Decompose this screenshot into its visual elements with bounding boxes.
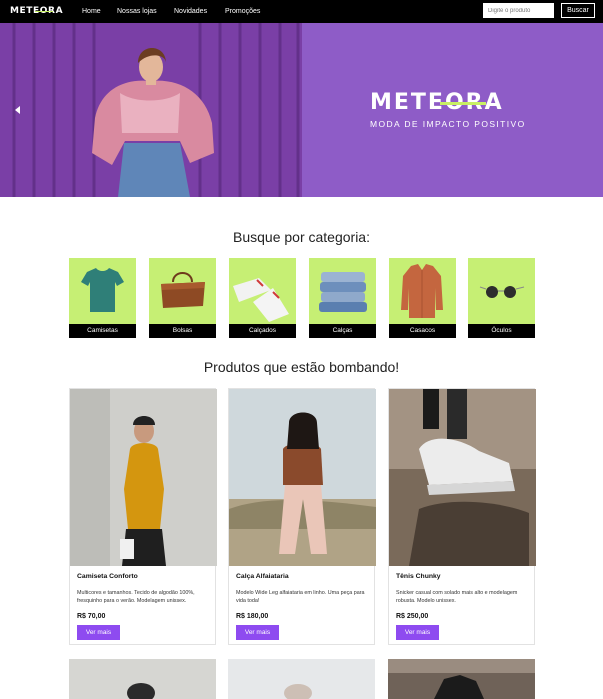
top-navbar: METEORA Home Nossas lojas Novidades Prom…	[0, 0, 603, 23]
product-price: R$ 250,00	[396, 613, 429, 620]
product-image	[389, 389, 536, 566]
jacket-icon	[401, 264, 443, 318]
product-image	[69, 659, 216, 699]
category-image-calcas	[309, 258, 376, 324]
product-card-camiseta-conforto: Camiseta Conforto Multicores e tamanhos.…	[69, 388, 217, 645]
product-card-tenis-chunky: Tênis Chunky Snicker casual com solado m…	[388, 388, 536, 645]
category-label: Calças	[309, 324, 376, 338]
nav-link-nossas-lojas[interactable]: Nossas lojas	[117, 0, 157, 23]
nav-link-novidades[interactable]: Novidades	[174, 0, 207, 23]
product-name: Camiseta Conforto	[77, 573, 138, 580]
product-price: R$ 180,00	[236, 613, 269, 620]
product-image	[388, 659, 535, 699]
category-label: Casacos	[389, 324, 456, 338]
product-card-row2-2	[228, 659, 375, 699]
hero-tagline: MODA DE IMPACTO POSITIVO	[370, 119, 526, 129]
product-card-row2-1	[69, 659, 216, 699]
product-card-row2-3	[388, 659, 535, 699]
logo-accent	[35, 11, 53, 13]
category-oculos[interactable]: Óculos	[468, 258, 535, 338]
category-label: Calçados	[229, 324, 296, 338]
chevron-left-icon[interactable]	[13, 105, 23, 115]
category-casacos[interactable]: Casacos	[389, 258, 456, 338]
product-image	[228, 659, 375, 699]
category-label: Bolsas	[149, 324, 216, 338]
logo[interactable]: METEORA	[10, 5, 63, 17]
bag-icon	[161, 272, 205, 308]
nav-link-home[interactable]: Home	[82, 0, 101, 23]
category-calcas[interactable]: Calças	[309, 258, 376, 338]
category-label: Camisetas	[69, 324, 136, 338]
category-bolsas[interactable]: Bolsas	[149, 258, 216, 338]
products-title: Produtos que estão bombando!	[203, 359, 400, 375]
hero-brand: METEORA MODA DE IMPACTO POSITIVO	[370, 91, 540, 130]
shoes-icon	[233, 278, 289, 322]
hero-photo	[0, 23, 302, 197]
product-description: Multicores e tamanhos. Tecido de algodão…	[77, 590, 195, 604]
product-image	[70, 389, 217, 566]
view-more-button[interactable]: Ver mais	[77, 625, 120, 640]
search-button[interactable]: Buscar	[561, 3, 595, 18]
category-image-bolsas	[149, 258, 216, 324]
hero-banner: METEORA MODA DE IMPACTO POSITIVO	[0, 23, 603, 197]
nav-link-promocoes[interactable]: Promoções	[225, 0, 260, 23]
product-name: Calça Alfaiataria	[236, 573, 289, 580]
category-image-calcados	[229, 258, 296, 324]
jeans-icon	[319, 272, 367, 312]
view-more-button[interactable]: Ver mais	[236, 625, 279, 640]
category-image-camisetas	[69, 258, 136, 324]
category-calcados[interactable]: Calçados	[229, 258, 296, 338]
category-camisetas[interactable]: Camisetas	[69, 258, 136, 338]
category-image-oculos	[468, 258, 535, 324]
hero-brand-accent	[440, 102, 486, 105]
product-image	[229, 389, 376, 566]
product-description: Modelo Wide Leg alfaiataria em linho. Um…	[236, 590, 365, 604]
tshirt-icon	[81, 268, 124, 312]
product-card-calca-alfaiataria: Calça Alfaiataria Modelo Wide Leg alfaia…	[228, 388, 376, 645]
product-name: Tênis Chunky	[396, 573, 441, 580]
categories-title: Busque por categoria:	[233, 229, 370, 245]
product-price: R$ 70,00	[77, 613, 106, 620]
sunglasses-icon	[479, 286, 525, 298]
product-description: Snicker casual com solado mais alto e mo…	[396, 590, 518, 604]
search-input[interactable]	[483, 3, 554, 18]
view-more-button[interactable]: Ver mais	[396, 625, 439, 640]
category-image-casacos	[389, 258, 456, 324]
category-label: Óculos	[468, 324, 535, 338]
